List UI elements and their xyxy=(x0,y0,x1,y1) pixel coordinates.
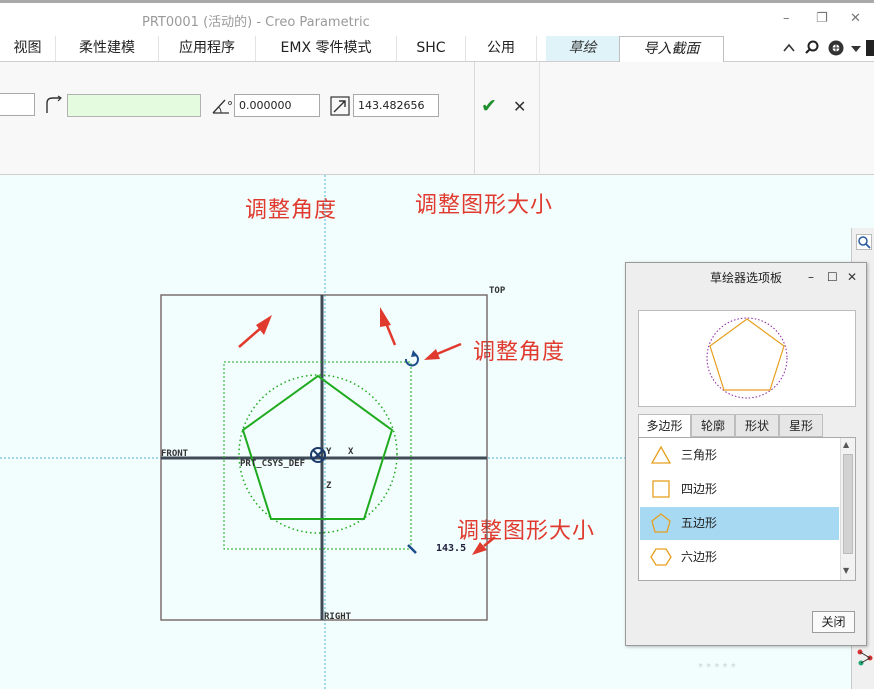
close-button[interactable]: 关闭 xyxy=(812,611,855,633)
tab-import-section[interactable]: 导入截面 xyxy=(619,36,724,62)
tab-star[interactable]: 星形 xyxy=(779,414,823,437)
reference-collector[interactable] xyxy=(67,94,201,117)
list-item-pentagon[interactable]: 五边形 xyxy=(640,507,839,540)
scale-input[interactable]: 143.482656 xyxy=(353,94,439,117)
ribbon-tabs: 视图 柔性建模 应用程序 EMX 零件模式 SHC 公用 草绘 导入截面 xyxy=(0,36,874,62)
cancel-x-icon[interactable]: ✕ xyxy=(513,97,526,116)
list-scrollbar[interactable]: ▲ ▼ xyxy=(840,438,855,580)
tab-sketch[interactable]: 草绘 xyxy=(546,36,619,61)
tab-common[interactable]: 公用 xyxy=(466,36,537,61)
scrollbar-thumb[interactable] xyxy=(843,454,853,554)
chevron-down-icon[interactable] xyxy=(850,44,862,54)
arrow-to-angle-field xyxy=(238,315,272,348)
list-item-label: 六边形 xyxy=(681,550,718,564)
square-icon xyxy=(652,480,670,498)
pentagon-icon xyxy=(651,513,671,533)
palette-maximize-button[interactable]: ☐ xyxy=(827,270,838,284)
label-csys: PRT_CSYS_DEF xyxy=(240,459,306,469)
list-item-square[interactable]: 四边形 xyxy=(640,473,839,506)
side-icon[interactable] xyxy=(866,38,874,58)
scroll-down-icon[interactable]: ▼ xyxy=(843,566,849,575)
hexagon-icon xyxy=(650,548,672,566)
search-icon[interactable] xyxy=(804,39,820,55)
triangle-icon xyxy=(650,445,672,464)
ok-check-icon[interactable]: ✔ xyxy=(481,95,497,117)
title-bar: PRT0001 (活动的) - Creo Parametric – ❐ ✕ xyxy=(0,0,874,36)
tab-profile[interactable]: 轮廓 xyxy=(691,414,735,437)
tab-applications[interactable]: 应用程序 xyxy=(159,36,256,61)
arrow-to-rotate-handle xyxy=(424,342,462,360)
list-item-triangle[interactable]: 三角形 xyxy=(640,439,839,472)
label-y: Y xyxy=(326,447,332,457)
tab-flexible-modeling[interactable]: 柔性建模 xyxy=(56,36,159,61)
minimize-button[interactable]: – xyxy=(783,11,790,26)
unnamed-field[interactable] xyxy=(0,93,35,116)
ribbon-panel: 0.000000 143.482656 ✔ ✕ xyxy=(0,62,874,175)
sketcher-palette-dialog: 草绘器选项板 – ☐ ✕ 多边形 轮廓 形状 星形 三角形 四边形 五边形 六边… xyxy=(625,262,867,646)
pentagon-preview-icon xyxy=(706,317,788,399)
label-front: FRONT xyxy=(161,449,189,459)
label-z: Z xyxy=(326,481,332,491)
zoom-icon[interactable] xyxy=(856,234,872,250)
reference-icon xyxy=(46,95,62,113)
tab-polygon[interactable]: 多边形 xyxy=(638,414,691,438)
tab-view[interactable]: 视图 xyxy=(0,36,56,61)
window-title: PRT0001 (活动的) - Creo Parametric xyxy=(142,15,370,30)
shape-list: 三角形 四边形 五边形 六边形 ▲ ▼ xyxy=(638,437,856,581)
list-item-label: 三角形 xyxy=(681,448,718,462)
label-x: X xyxy=(348,447,354,457)
scale-icon xyxy=(330,96,350,116)
palette-minimize-button[interactable]: – xyxy=(808,270,814,284)
decor-mark-1: * * * * * xyxy=(698,662,736,673)
scroll-up-icon[interactable]: ▲ xyxy=(843,440,849,449)
angle-input[interactable]: 0.000000 xyxy=(234,94,320,117)
list-item-hexagon[interactable]: 六边形 xyxy=(640,541,839,574)
tab-shc[interactable]: SHC xyxy=(397,36,466,61)
maximize-button[interactable]: ❐ xyxy=(816,11,828,26)
scale-handle-icon xyxy=(407,544,417,554)
list-item-label: 四边形 xyxy=(681,482,718,496)
tab-shape[interactable]: 形状 xyxy=(735,414,779,437)
chevron-up-icon[interactable] xyxy=(782,41,796,55)
label-right: RIGHT xyxy=(324,612,352,622)
rotate-handle-icon xyxy=(405,350,419,367)
angle-icon xyxy=(212,99,232,114)
shape-preview xyxy=(638,310,856,407)
close-window-button[interactable]: ✕ xyxy=(850,11,861,26)
node-icon[interactable] xyxy=(856,648,874,666)
tab-emx[interactable]: EMX 零件模式 xyxy=(256,36,397,61)
palette-close-button[interactable]: ✕ xyxy=(847,270,857,284)
help-icon[interactable] xyxy=(827,39,845,57)
list-item-label: 五边形 xyxy=(681,516,718,530)
arrow-to-scale-field xyxy=(380,307,397,346)
scale-dimension[interactable]: 143.5 xyxy=(436,543,466,554)
arrow-to-dimension xyxy=(472,536,496,555)
label-top: TOP xyxy=(489,286,506,296)
